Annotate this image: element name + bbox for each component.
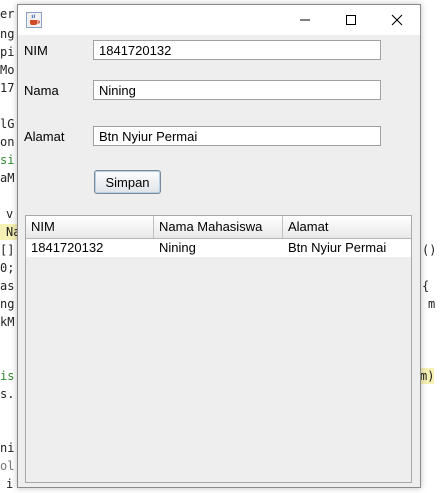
code-fragment: m) [420,368,435,384]
code-line: aM [0,171,15,185]
code-fragment: { [422,279,430,293]
table-header: NIM Nama Mahasiswa Alamat [26,216,411,239]
column-header-nama[interactable]: Nama Mahasiswa [154,216,283,238]
code-line: s. [0,387,15,401]
column-header-nim[interactable]: NIM [26,216,154,238]
code-line: er [0,7,15,21]
close-button[interactable] [374,5,420,35]
code-line: on [0,135,15,149]
simpan-button[interactable]: Simpan [94,170,161,194]
maximize-button[interactable] [328,5,374,35]
code-line: pi [0,45,15,59]
code-line: is [0,369,15,383]
code-line: i [6,477,14,491]
app-window: NIM Nama Alamat Simpan NIM Nama Mahasisw… [17,4,421,488]
nama-field[interactable] [93,80,381,100]
code-line: as [0,279,15,293]
code-line: ol [0,459,15,473]
alamat-field[interactable] [93,126,381,146]
code-line: ni [0,441,15,455]
code-fragment: () [422,243,437,257]
form-panel: NIM Nama Alamat Simpan NIM Nama Mahasisw… [18,35,420,487]
code-line: 17 [0,81,15,95]
minimize-icon [300,19,310,21]
mahasiswa-table: NIM Nama Mahasiswa Alamat 1841720132 Nin… [25,215,412,483]
nama-label: Nama [24,83,59,98]
nim-field[interactable] [93,40,381,60]
java-cup-icon [26,12,42,28]
code-line: 0; [0,261,15,275]
table-row[interactable]: 1841720132 Nining Btn Nyiur Permai [26,239,411,257]
code-line: si [0,153,15,167]
maximize-icon [346,15,356,25]
code-line: ng [0,27,15,41]
cell-alamat[interactable]: Btn Nyiur Permai [283,239,411,257]
code-fragment: m [428,297,436,311]
code-line: Mo [0,63,15,77]
code-line: ng [0,297,15,311]
nim-label: NIM [24,43,48,58]
cell-nim[interactable]: 1841720132 [26,239,154,257]
cell-nama[interactable]: Nining [154,239,283,257]
minimize-button[interactable] [282,5,328,35]
alamat-label: Alamat [24,129,65,144]
close-icon [391,14,403,26]
code-line: v [6,207,14,221]
code-line: kM [0,315,15,329]
title-bar[interactable] [18,5,420,35]
code-line: [] [0,243,15,257]
code-line: lG [0,117,15,131]
column-header-alamat[interactable]: Alamat [283,216,411,238]
